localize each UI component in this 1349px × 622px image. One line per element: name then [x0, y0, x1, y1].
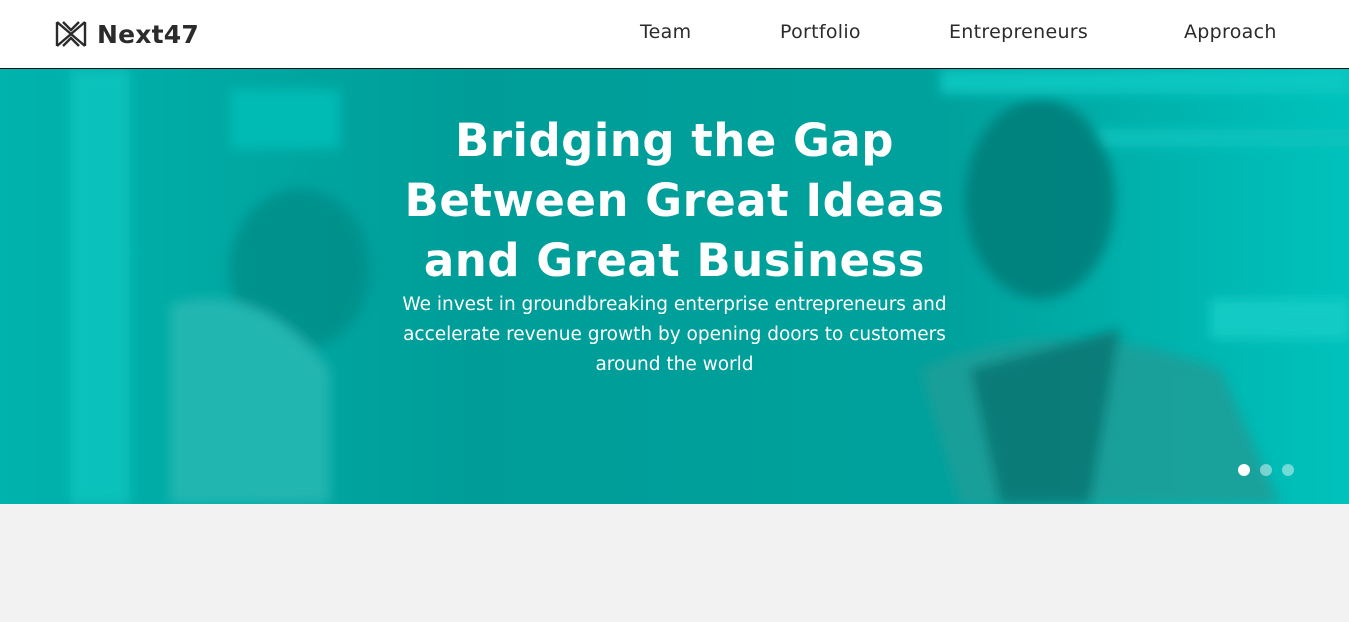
hero-title: Bridging the Gap Between Great Ideas and… [300, 111, 1049, 291]
logo-text: Next47 [97, 19, 199, 49]
nav-link-approach[interactable]: Approach [1184, 19, 1277, 45]
site-header: Next47 Team Portfolio Entrepreneurs Appr… [0, 0, 1349, 69]
hero-title-line: Bridging the Gap [455, 114, 894, 167]
logo-link[interactable]: Next47 [55, 17, 199, 51]
hero-subtitle-line: around the world [595, 354, 754, 375]
carousel-dots [1238, 464, 1294, 476]
carousel-dot-2[interactable] [1260, 464, 1272, 476]
hero-subtitle-line: accelerate revenue growth by opening doo… [403, 324, 946, 345]
carousel-dot-1[interactable] [1238, 464, 1250, 476]
nav-link-team[interactable]: Team [640, 19, 691, 45]
hero-subtitle-line: We invest in groundbreaking enterprise e… [402, 294, 947, 315]
carousel-dot-3[interactable] [1282, 464, 1294, 476]
hero-title-line: and Great Business [423, 234, 926, 287]
nav-link-entrepreneurs[interactable]: Entrepreneurs [949, 19, 1088, 45]
hero-title-line: Between Great Ideas [404, 174, 945, 227]
hero-banner: Bridging the Gap Between Great Ideas and… [0, 69, 1349, 504]
nav-link-portfolio[interactable]: Portfolio [780, 19, 861, 45]
hero-subtitle: We invest in groundbreaking enterprise e… [330, 290, 1019, 380]
next47-logo-icon [55, 21, 87, 47]
